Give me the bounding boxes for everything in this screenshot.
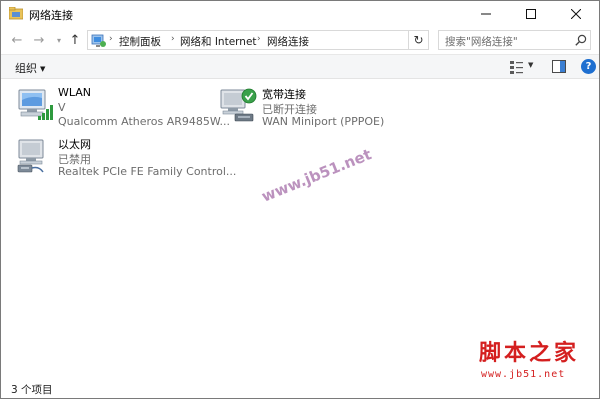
connections-list: WLAN V Qualcomm Atheros AR9485W... 宽带连接 … [1, 79, 599, 377]
title-bar[interactable]: 网络连接 [1, 1, 599, 27]
maximize-icon [525, 9, 536, 19]
view-options-button[interactable]: ▼ [528, 61, 533, 69]
breadcrumb-separator[interactable]: › [109, 34, 113, 44]
address-bar[interactable]: › 控制面板 › 网络和 Internet › 网络连接 ▾ [87, 30, 488, 50]
wifi-adapter-icon [18, 89, 53, 120]
breadcrumb-separator[interactable]: › [257, 34, 261, 44]
chevron-down-icon: ▾ [56, 35, 61, 45]
change-view-icon[interactable] [509, 59, 525, 75]
watermark-text: www.jb51.net [259, 145, 375, 206]
close-icon [570, 9, 581, 19]
organize-button[interactable]: 组织 ▼ [15, 60, 45, 76]
connection-name: WLAN [58, 86, 92, 99]
search-icon [575, 34, 587, 46]
command-bar: 组织 ▼ ▼ ? [1, 54, 599, 79]
connection-device: WAN Miniport (PPPOE) [262, 115, 385, 128]
organize-label: 组织 [15, 62, 37, 75]
navigation-bar: ← → ▾ ↑ › 控制面板 › 网络和 Internet › 网络连接 ▾ [1, 27, 599, 54]
minimize-button[interactable] [463, 1, 508, 27]
back-button[interactable]: ← [9, 31, 25, 49]
recent-locations-button[interactable]: ▾ [51, 31, 67, 49]
connection-device: Qualcomm Atheros AR9485W... [58, 115, 231, 128]
breadcrumb-control-panel[interactable]: 控制面板 [119, 34, 161, 49]
connection-device: Realtek PCIe FE Family Control... [58, 165, 237, 178]
minimize-icon [480, 13, 491, 15]
site-logo-url: www.jb51.net [481, 369, 566, 380]
window-title: 网络连接 [29, 9, 73, 22]
search-placeholder: 搜索"网络连接" [445, 36, 518, 48]
control-panel-icon [91, 34, 106, 47]
search-input[interactable]: 搜索"网络连接" [438, 30, 591, 50]
close-button[interactable] [553, 1, 598, 27]
connection-name: 以太网 [58, 138, 91, 151]
refresh-icon: ↻ [413, 33, 424, 47]
explorer-window: 网络连接 ← → ▾ ↑ › 控制面板 › 网络和 Internet › 网络连… [0, 0, 600, 399]
breadcrumb-network-connections[interactable]: 网络连接 [267, 34, 309, 49]
up-button[interactable]: ↑ [67, 31, 83, 49]
connection-name: 宽带连接 [262, 88, 306, 101]
connection-item-ethernet[interactable]: 以太网 已禁用 Realtek PCIe FE Family Control..… [15, 136, 236, 182]
arrow-right-icon: → [33, 32, 45, 48]
connection-status: V [58, 101, 66, 114]
breadcrumb-separator[interactable]: › [171, 34, 175, 44]
arrow-up-icon: ↑ [69, 32, 81, 48]
site-logo: 脚本之家 www.jb51.net [479, 335, 597, 391]
arrow-left-icon: ← [11, 32, 23, 48]
site-logo-title: 脚本之家 [479, 340, 580, 366]
help-icon[interactable]: ? [581, 59, 596, 74]
breadcrumb-network-internet[interactable]: 网络和 Internet [180, 34, 257, 49]
forward-button[interactable]: → [31, 31, 47, 49]
connection-item-broadband[interactable]: 宽带连接 已断开连接 WAN Miniport (PPPOE) [219, 86, 419, 132]
ethernet-adapter-icon [17, 139, 44, 173]
maximize-button[interactable] [508, 1, 553, 27]
item-count: 3 个项目 [11, 384, 53, 396]
network-folder-icon [9, 7, 23, 20]
connection-item-wlan[interactable]: WLAN V Qualcomm Atheros AR9485W... [15, 86, 230, 132]
broadband-icon [220, 88, 257, 122]
refresh-button[interactable]: ↻ [409, 30, 429, 50]
chevron-down-icon: ▼ [40, 65, 46, 73]
preview-pane-icon[interactable] [552, 60, 566, 73]
